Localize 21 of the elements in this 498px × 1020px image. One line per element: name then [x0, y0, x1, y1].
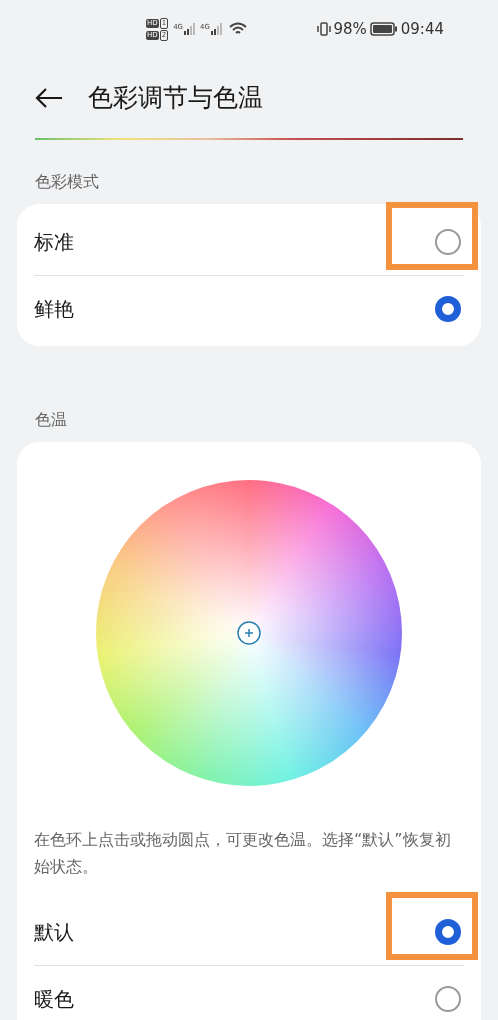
radio-button[interactable] [435, 296, 461, 322]
signal-icon [183, 23, 197, 35]
selection-point-icon[interactable] [236, 620, 262, 646]
vibrate-icon [316, 21, 333, 37]
radio-button[interactable] [435, 228, 461, 255]
clock: 09:44 [400, 18, 444, 40]
section-header: 色温 [34, 409, 68, 431]
back-icon[interactable] [35, 87, 63, 109]
wifi-icon [228, 22, 247, 36]
signal-icon [209, 23, 224, 35]
radio-button[interactable] [435, 918, 461, 945]
page-title: 色彩调节与色温 [88, 82, 263, 115]
option-label: 鲜艳 [34, 296, 74, 323]
section-header: 色彩模式 [34, 171, 100, 193]
description: 在色环上点击或拖动圆点，可更改色温。选择“默认”恢复初始状态。 [34, 829, 452, 878]
option-label: 标准 [34, 228, 74, 256]
radio-button[interactable] [435, 986, 461, 1012]
option-label: 暖色 [34, 986, 74, 1013]
option-label: 默认 [34, 918, 74, 946]
battery-percent: 98% [333, 18, 367, 40]
battery-icon [369, 22, 398, 36]
